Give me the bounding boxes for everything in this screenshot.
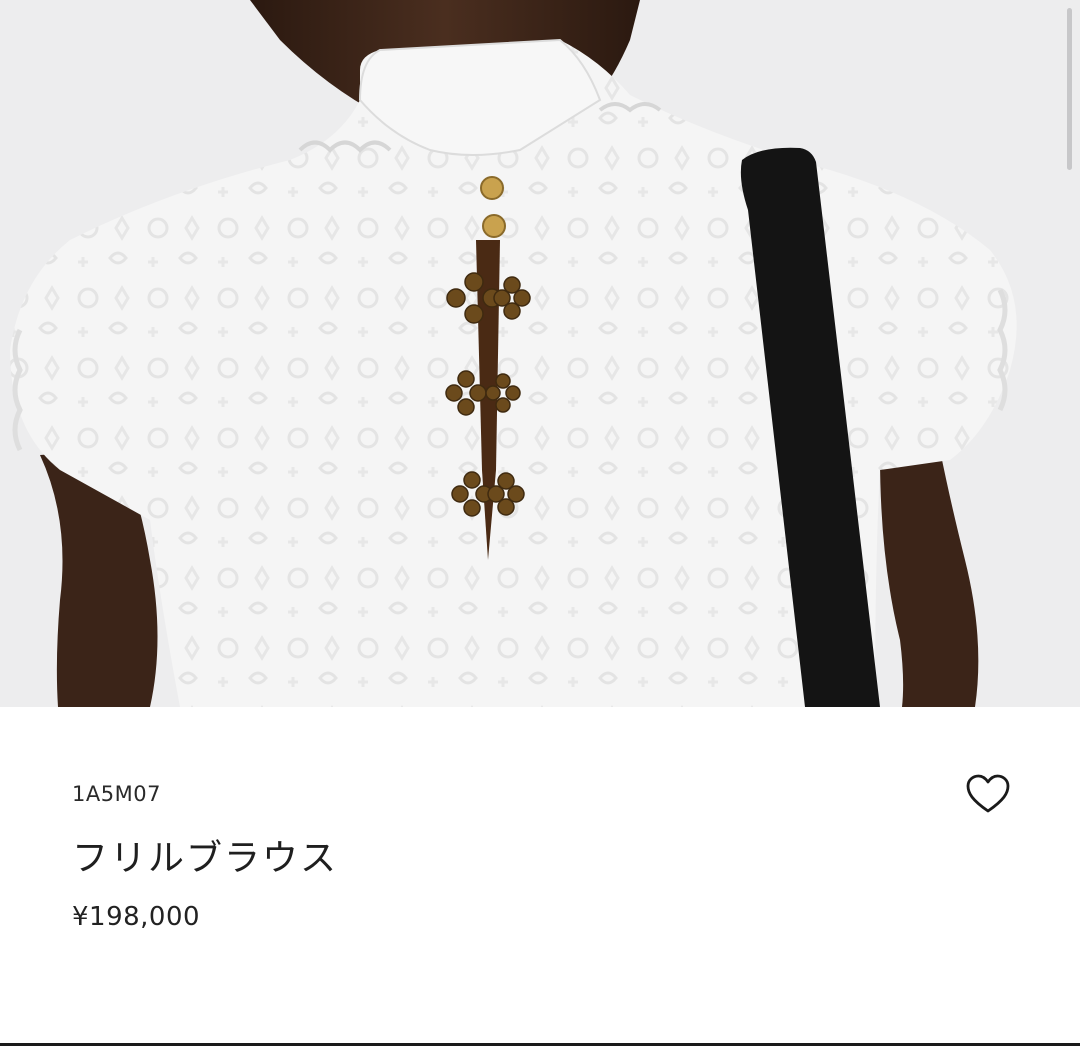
scrollbar[interactable] (1067, 8, 1072, 170)
button-hardware (482, 214, 506, 238)
product-price: ¥198,000 (72, 902, 201, 932)
product-info: 1A5M07 フリルブラウス ¥198,000 (0, 707, 1080, 1046)
heart-outline-icon[interactable] (964, 772, 1012, 816)
button-hardware (480, 176, 504, 200)
product-sku: 1A5M07 (72, 782, 161, 806)
product-photo[interactable] (0, 0, 1080, 707)
product-name: フリルブラウス (72, 838, 339, 879)
